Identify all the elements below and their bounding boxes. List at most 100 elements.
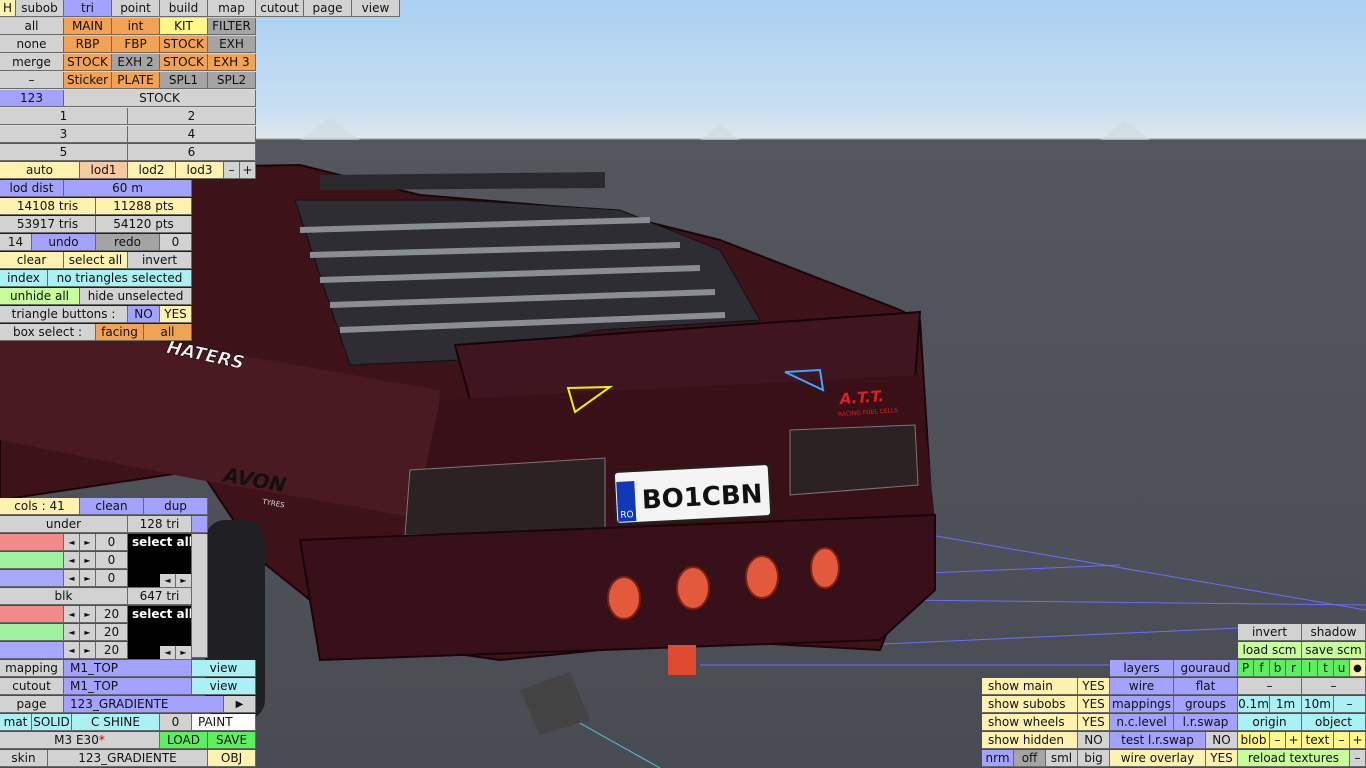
subobj-fbp[interactable]: FBP xyxy=(112,36,160,53)
green-increase[interactable]: ► xyxy=(80,552,96,569)
green-increase[interactable]: ► xyxy=(80,624,96,641)
mat-value[interactable]: 0 xyxy=(160,714,192,731)
subobj-kit[interactable]: KIT xyxy=(160,18,208,35)
flag-b[interactable]: b xyxy=(1270,660,1286,677)
green-slider[interactable] xyxy=(0,552,64,569)
blue-decrease[interactable]: ◄ xyxy=(64,570,80,587)
triangle-buttons-yes[interactable]: YES xyxy=(160,306,192,323)
object-button[interactable]: object xyxy=(1302,714,1366,731)
tab-page[interactable]: page xyxy=(304,0,352,17)
red-decrease[interactable]: ◄ xyxy=(64,606,80,623)
lod-minus[interactable]: – xyxy=(224,162,240,179)
subobj-main[interactable]: MAIN xyxy=(64,18,112,35)
green-value[interactable]: 0 xyxy=(96,552,128,569)
mat-paint-field[interactable]: PAINT xyxy=(192,714,256,731)
clear-button[interactable]: clear xyxy=(0,252,64,269)
blob-minus[interactable]: – xyxy=(1270,732,1286,749)
select-all-button[interactable]: select all xyxy=(64,252,128,269)
lod-1[interactable]: lod1 xyxy=(80,162,128,179)
text-minus[interactable]: – xyxy=(1334,732,1350,749)
green-value[interactable]: 20 xyxy=(96,624,128,641)
wire-button[interactable]: wire xyxy=(1110,678,1174,695)
shadow-button[interactable]: shadow xyxy=(1302,624,1366,641)
subobj-merge-button[interactable]: merge xyxy=(0,54,64,71)
red-value[interactable]: 20 xyxy=(96,606,128,623)
cutout-value[interactable]: M1_TOP xyxy=(64,678,192,695)
flag-r[interactable]: r xyxy=(1286,660,1302,677)
dot-icon[interactable]: ● xyxy=(1350,660,1366,677)
invert-selection-button[interactable]: invert xyxy=(128,252,192,269)
swatch-right-arrow[interactable]: ► xyxy=(176,646,192,660)
subobj-slot-2[interactable]: 2 xyxy=(128,108,256,125)
page-value[interactable]: 123_GRADIENTE xyxy=(64,696,224,713)
subobj-rbp[interactable]: RBP xyxy=(64,36,112,53)
swatch-right-arrow[interactable]: ► xyxy=(176,574,192,588)
skin-value[interactable]: 123_GRADIENTE xyxy=(48,750,208,767)
tab-tri[interactable]: tri xyxy=(64,0,112,17)
tab-point[interactable]: point xyxy=(112,0,160,17)
dist-0-1m[interactable]: 0.1m xyxy=(1238,696,1270,713)
green-decrease[interactable]: ◄ xyxy=(64,624,80,641)
subobj-filter[interactable]: FILTER xyxy=(208,18,256,35)
red-decrease[interactable]: ◄ xyxy=(64,534,80,551)
tab-cutout[interactable]: cutout xyxy=(256,0,304,17)
show-wheels-yes[interactable]: YES xyxy=(1078,714,1110,731)
lr-swap-button[interactable]: l.r.swap xyxy=(1174,714,1238,731)
blue-decrease[interactable]: ◄ xyxy=(64,642,80,659)
load-scm-button[interactable]: load scm xyxy=(1238,642,1302,659)
tab-build[interactable]: build xyxy=(160,0,208,17)
text-plus[interactable]: + xyxy=(1350,732,1366,749)
cols-dup-button[interactable]: dup xyxy=(144,498,208,515)
red-slider[interactable] xyxy=(0,606,64,623)
text-button[interactable]: text xyxy=(1302,732,1334,749)
show-subobs-yes[interactable]: YES xyxy=(1078,696,1110,713)
origin-button[interactable]: origin xyxy=(1238,714,1302,731)
dist-1m[interactable]: 1m xyxy=(1270,696,1302,713)
red-increase[interactable]: ► xyxy=(80,606,96,623)
blue-increase[interactable]: ► xyxy=(80,642,96,659)
cols-clean-button[interactable]: clean xyxy=(80,498,144,515)
subobj-exh[interactable]: EXH xyxy=(208,36,256,53)
blue-increase[interactable]: ► xyxy=(80,570,96,587)
lod-auto[interactable]: auto xyxy=(0,162,80,179)
blue-value[interactable]: 20 xyxy=(96,642,128,659)
blob-button[interactable]: blob xyxy=(1238,732,1270,749)
subobj-dash-button[interactable]: – xyxy=(0,72,64,89)
view-sml[interactable]: sml xyxy=(1046,750,1078,767)
subobj-spl1[interactable]: SPL1 xyxy=(160,72,208,89)
test-lr-swap-no[interactable]: NO xyxy=(1206,732,1238,749)
gouraud-button[interactable]: gouraud xyxy=(1174,660,1238,677)
index-button[interactable]: index xyxy=(0,270,48,287)
subobj-none-button[interactable]: none xyxy=(0,36,64,53)
subobj-exh3[interactable]: EXH 3 xyxy=(208,54,256,71)
subobj-slot-5[interactable]: 5 xyxy=(0,144,128,161)
box-select-all[interactable]: all xyxy=(144,324,192,341)
colors-scrollbar[interactable] xyxy=(192,534,208,658)
load-button[interactable]: LOAD xyxy=(160,732,208,749)
test-lr-swap-button[interactable]: test l.r.swap xyxy=(1110,732,1206,749)
blue-slider[interactable] xyxy=(0,642,64,659)
view-off[interactable]: off xyxy=(1014,750,1046,767)
obj-button[interactable]: OBJ xyxy=(208,750,256,767)
subobj-spl2[interactable]: SPL2 xyxy=(208,72,256,89)
green-decrease[interactable]: ◄ xyxy=(64,552,80,569)
layers-button[interactable]: layers xyxy=(1110,660,1174,677)
triangle-buttons-no[interactable]: NO xyxy=(128,306,160,323)
subobj-slot-4[interactable]: 4 xyxy=(128,126,256,143)
mat-cshine-button[interactable]: C SHINE xyxy=(72,714,160,731)
mat-solid-button[interactable]: SOLID xyxy=(32,714,72,731)
subobj-stock-3[interactable]: STOCK xyxy=(160,54,208,71)
undo-button[interactable]: undo xyxy=(32,234,96,251)
subobj-int[interactable]: int xyxy=(112,18,160,35)
show-main-yes[interactable]: YES xyxy=(1078,678,1110,695)
view-big[interactable]: big xyxy=(1078,750,1110,767)
mapping-view-button[interactable]: view xyxy=(192,660,256,677)
subobj-name[interactable]: STOCK xyxy=(64,90,256,107)
lod-plus[interactable]: + xyxy=(240,162,256,179)
green-slider[interactable] xyxy=(0,624,64,641)
unhide-all-button[interactable]: unhide all xyxy=(0,288,80,305)
blue-slider[interactable] xyxy=(0,570,64,587)
red-increase[interactable]: ► xyxy=(80,534,96,551)
swatch-left-arrow[interactable]: ◄ xyxy=(160,646,176,660)
subobj-sticker[interactable]: Sticker xyxy=(64,72,112,89)
